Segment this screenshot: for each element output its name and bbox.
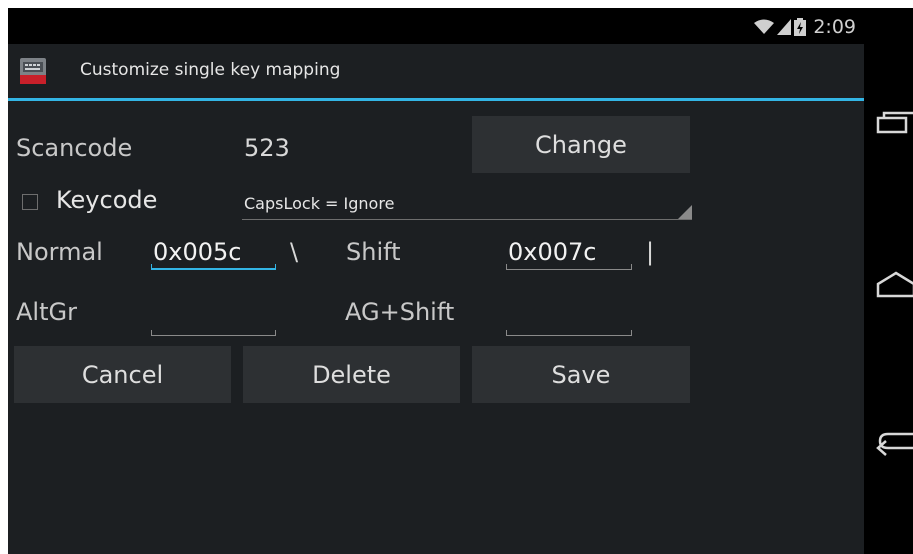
keyboard-icon [20, 58, 46, 84]
keycode-spinner-value: CapsLock = Ignore [244, 194, 395, 213]
battery-charging-icon [794, 18, 807, 36]
device-screen: 2:09 Customize single key mapping Scanco… [8, 8, 913, 554]
agshift-field[interactable] [506, 306, 632, 336]
change-button[interactable]: Change [472, 116, 690, 173]
shift-field[interactable]: 0x007c [506, 238, 632, 270]
back-icon[interactable] [876, 426, 913, 456]
clock: 2:09 [813, 16, 856, 38]
spinner-arrow-icon [678, 205, 692, 219]
shift-char: | [646, 238, 655, 266]
shift-field-value: 0x007c [508, 238, 597, 266]
normal-field[interactable]: 0x005c [151, 238, 276, 270]
dialog-title: Customize single key mapping [80, 60, 341, 80]
home-icon[interactable] [876, 270, 913, 300]
navigation-bar [864, 8, 913, 554]
normal-field-value: 0x005c [153, 238, 242, 266]
agshift-label: AG+Shift [345, 298, 455, 326]
signal-icon [777, 19, 792, 35]
recent-apps-icon[interactable] [876, 108, 913, 138]
status-icons: 2:09 [754, 16, 856, 38]
dialog-titlebar: Customize single key mapping [8, 44, 864, 98]
wifi-icon [754, 19, 775, 34]
scancode-value: 523 [244, 134, 290, 162]
spinner-underline [242, 219, 692, 220]
save-button[interactable]: Save [472, 346, 690, 403]
altgr-label: AltGr [16, 298, 77, 326]
delete-button[interactable]: Delete [243, 346, 460, 403]
scancode-label: Scancode [16, 134, 133, 162]
normal-char: \ [290, 238, 299, 266]
keycode-checkbox[interactable] [22, 194, 38, 210]
keycode-spinner[interactable]: CapsLock = Ignore [242, 188, 692, 220]
keycode-label: Keycode [56, 186, 158, 214]
normal-label: Normal [16, 238, 103, 266]
altgr-field[interactable] [151, 306, 276, 336]
key-mapping-dialog: Customize single key mapping Scancode 52… [8, 44, 864, 554]
shift-label: Shift [346, 238, 401, 266]
cancel-button[interactable]: Cancel [14, 346, 231, 403]
status-bar: 2:09 [8, 8, 864, 44]
title-divider [8, 98, 864, 101]
